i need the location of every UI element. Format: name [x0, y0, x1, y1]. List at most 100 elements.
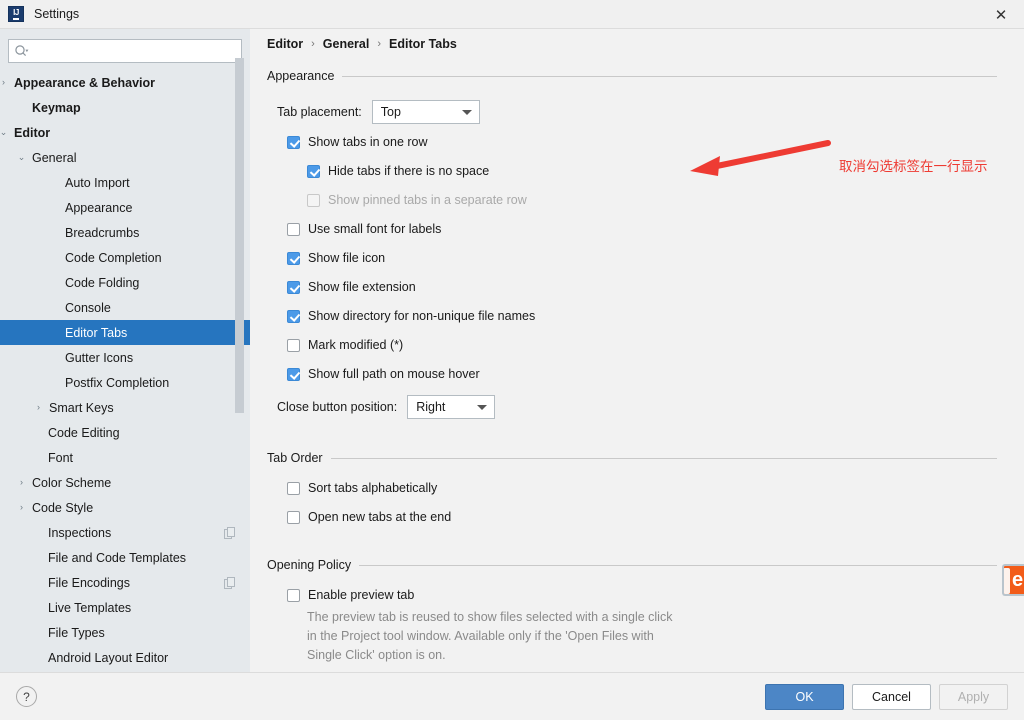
sidebar-scrollbar-thumb[interactable] — [235, 58, 244, 413]
close-button-position-row: Close button position: Right — [277, 395, 496, 419]
show-directory-non-unique-row[interactable]: Show directory for non-unique file names — [287, 309, 535, 323]
tab-placement-dropdown[interactable]: Top — [371, 100, 480, 124]
close-icon[interactable]: ✕ — [978, 0, 1024, 29]
sidebar-item-code-completion[interactable]: Code Completion — [0, 245, 250, 270]
sidebar-item-editor[interactable]: ⌄ Editor — [0, 120, 250, 145]
sidebar-scrollbar-track[interactable] — [235, 29, 247, 631]
show-tabs-in-one-row-row[interactable]: Show tabs in one row — [287, 135, 428, 149]
sidebar-item-file-types[interactable]: File Types — [0, 620, 250, 645]
settings-tree[interactable]: › Appearance & Behavior Keymap ⌄ Editor ⌄ Gene… — [0, 70, 250, 672]
chevron-down-icon — [470, 396, 494, 418]
sidebar-item-code-folding[interactable]: Code Folding — [0, 270, 250, 295]
sidebar-item-file-encodings[interactable]: File Encodings — [0, 570, 250, 595]
section-divider — [342, 75, 997, 77]
sidebar-item-file-and-code-templates[interactable]: File and Code Templates — [0, 545, 250, 570]
sidebar-item-label: Postfix Completion — [65, 375, 170, 390]
breadcrumb-item-editor[interactable]: Editor — [267, 37, 303, 51]
sidebar-item-editor-tabs[interactable]: Editor Tabs — [0, 320, 250, 345]
sidebar-item-general[interactable]: ⌄ General — [0, 145, 250, 170]
help-button[interactable]: ? — [16, 686, 37, 707]
section-title: Opening Policy — [267, 558, 352, 572]
sort-tabs-alphabetically-row[interactable]: Sort tabs alphabetically — [287, 481, 437, 495]
use-small-font-row[interactable]: Use small font for labels — [287, 222, 441, 236]
sidebar-item-postfix-completion[interactable]: Postfix Completion — [0, 370, 250, 395]
mark-modified-label: Mark modified (*) — [308, 338, 404, 352]
sidebar-item-inspections[interactable]: Inspections — [0, 520, 250, 545]
sidebar-item-label: Code Folding — [65, 275, 140, 290]
sidebar-item-font[interactable]: Font — [0, 445, 250, 470]
preview-tab-hint-line-3: Single Click' option is on. — [307, 648, 446, 662]
chevron-right-icon: › — [377, 38, 382, 50]
sidebar-item-auto-import[interactable]: Auto Import — [0, 170, 250, 195]
chevron-down-icon[interactable]: ⌄ — [0, 126, 10, 139]
floating-app-icon[interactable]: e — [1002, 564, 1024, 596]
show-tabs-in-one-row-checkbox[interactable] — [287, 135, 300, 149]
sidebar-item-smart-keys[interactable]: › Smart Keys — [0, 395, 250, 420]
chevron-right-icon[interactable]: › — [15, 476, 28, 489]
show-tabs-in-one-row-label: Show tabs in one row — [308, 135, 428, 149]
show-file-extension-row[interactable]: Show file extension — [287, 280, 416, 294]
sidebar-item-label: Font — [48, 450, 74, 465]
apply-button: Apply — [939, 684, 1008, 710]
sidebar-item-keymap[interactable]: Keymap — [0, 95, 250, 120]
settings-sidebar: › Appearance & Behavior Keymap ⌄ Editor ⌄ Gene… — [0, 29, 250, 672]
annotation-text: 取消勾选标签在一行显示 — [839, 159, 988, 174]
breadcrumb-item-editor-tabs: Editor Tabs — [389, 37, 457, 51]
tab-placement-value: Top — [380, 105, 401, 119]
search-input[interactable] — [8, 39, 242, 63]
cancel-button[interactable]: Cancel — [852, 684, 931, 710]
sidebar-item-live-templates[interactable]: Live Templates — [0, 595, 250, 620]
sidebar-item-code-style[interactable]: › Code Style — [0, 495, 250, 520]
sidebar-item-label: Appearance — [65, 200, 133, 215]
sidebar-item-color-scheme[interactable]: › Color Scheme — [0, 470, 250, 495]
sidebar-item-label: Keymap — [32, 100, 81, 115]
enable-preview-tab-checkbox[interactable] — [287, 588, 300, 602]
chevron-right-icon[interactable]: › — [32, 401, 45, 414]
mark-modified-checkbox[interactable] — [287, 338, 300, 352]
ok-button[interactable]: OK — [765, 684, 844, 710]
use-small-font-label: Use small font for labels — [308, 222, 442, 236]
section-title: Appearance — [267, 69, 335, 83]
chevron-right-icon[interactable]: › — [15, 501, 28, 514]
mark-modified-row[interactable]: Mark modified (*) — [287, 338, 403, 352]
sidebar-item-label: File Types — [48, 625, 105, 640]
use-small-font-checkbox[interactable] — [287, 222, 300, 236]
sidebar-item-console[interactable]: Console — [0, 295, 250, 320]
sidebar-item-code-editing[interactable]: Code Editing — [0, 420, 250, 445]
enable-preview-tab-row[interactable]: Enable preview tab — [287, 588, 414, 602]
close-button-position-dropdown[interactable]: Right — [407, 395, 496, 419]
breadcrumb-item-general[interactable]: General — [323, 37, 370, 51]
close-button-position-label: Close button position: — [277, 400, 398, 414]
open-new-tabs-at-end-checkbox[interactable] — [287, 510, 300, 524]
sidebar-item-label: Smart Keys — [49, 400, 114, 415]
sort-tabs-alphabetically-checkbox[interactable] — [287, 481, 300, 495]
show-file-icon-label: Show file icon — [308, 251, 386, 265]
sidebar-item-appearance-behavior[interactable]: › Appearance & Behavior — [0, 70, 250, 95]
sidebar-item-breadcrumbs[interactable]: Breadcrumbs — [0, 220, 250, 245]
open-new-tabs-at-end-row[interactable]: Open new tabs at the end — [287, 510, 451, 524]
show-directory-non-unique-checkbox[interactable] — [287, 309, 300, 323]
show-file-icon-row[interactable]: Show file icon — [287, 251, 385, 265]
show-pinned-tabs-separate-row-label: Show pinned tabs in a separate row — [328, 193, 527, 207]
show-full-path-hover-row[interactable]: Show full path on mouse hover — [287, 367, 480, 381]
sidebar-item-label: Appearance & Behavior — [14, 75, 156, 90]
intellij-idea-icon: IJ — [8, 6, 24, 22]
hide-tabs-if-no-space-checkbox[interactable] — [307, 164, 320, 178]
chevron-right-icon[interactable]: › — [0, 76, 10, 89]
show-file-extension-checkbox[interactable] — [287, 280, 300, 294]
hide-tabs-if-no-space-row[interactable]: Hide tabs if there is no space — [307, 164, 489, 178]
sidebar-item-gutter-icons[interactable]: Gutter Icons — [0, 345, 250, 370]
sidebar-item-appearance[interactable]: Appearance — [0, 195, 250, 220]
sidebar-item-android-layout-editor[interactable]: Android Layout Editor — [0, 645, 250, 670]
section-header-opening-policy: Opening Policy — [267, 558, 997, 572]
chevron-down-icon[interactable]: ⌄ — [15, 151, 28, 164]
show-full-path-hover-checkbox[interactable] — [287, 367, 300, 381]
show-file-icon-checkbox[interactable] — [287, 251, 300, 265]
